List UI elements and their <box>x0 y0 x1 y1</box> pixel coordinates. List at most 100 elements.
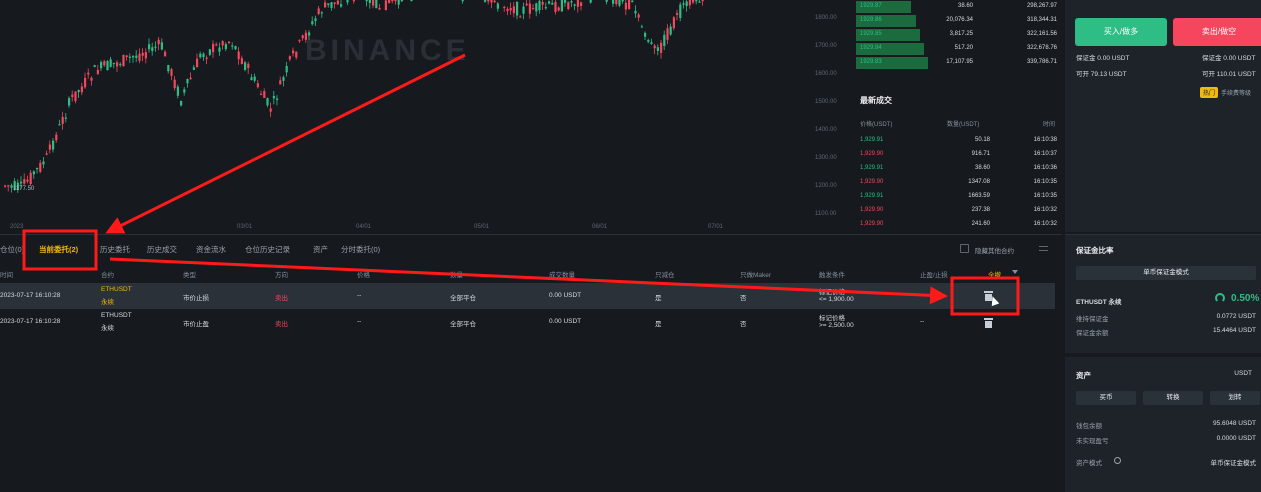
candle-body <box>61 116 64 124</box>
candle-body <box>164 51 167 57</box>
col-time: 时间 <box>0 272 13 279</box>
candle-body <box>698 1 701 3</box>
candle-body <box>279 80 282 85</box>
divider <box>1065 353 1261 357</box>
buy-long-button[interactable]: 买入/做多 <box>1075 18 1167 46</box>
cancel-all-button[interactable]: 全撤 <box>988 269 1001 279</box>
price-axis-label: 1300.00 <box>815 155 837 161</box>
candle-body <box>160 42 163 50</box>
candle-body <box>378 7 381 10</box>
candle-body <box>228 41 231 43</box>
candle-body <box>285 66 288 73</box>
tab-transaction-history[interactable]: 资金流水 <box>196 244 226 255</box>
candle-body <box>167 65 170 72</box>
candle-body <box>196 58 199 68</box>
candle-body <box>512 6 515 14</box>
candle-body <box>372 0 375 6</box>
mouse-cursor <box>988 294 1000 307</box>
date-axis-label: 05/01 <box>474 224 490 230</box>
margin-panel: 保证金比率 单币保证金模式 ETHUSDT 永续 0.50% 维持保证金 0.0… <box>1065 234 1261 492</box>
convert-button[interactable]: 转换 <box>1143 391 1203 405</box>
date-axis-label: 07/01 <box>708 224 724 230</box>
candle-body <box>516 1 519 16</box>
candle-body <box>36 167 39 170</box>
candle-body <box>560 0 563 12</box>
candle-body <box>55 134 58 141</box>
date-axis-label: 2023 <box>10 224 24 230</box>
trash-icon[interactable] <box>984 318 993 328</box>
hide-other-checkbox[interactable] <box>960 244 969 253</box>
candle-body <box>605 0 608 2</box>
candle-body <box>276 98 279 100</box>
candle-body <box>640 26 643 28</box>
candle-body <box>688 0 691 6</box>
candle-body <box>637 14 640 18</box>
candle-body <box>84 77 87 88</box>
candle-body <box>564 0 567 3</box>
tab-positions[interactable]: 仓位(0) <box>0 244 24 255</box>
candle-body <box>263 91 266 98</box>
tab-open-orders[interactable]: 当前委托(2) <box>39 244 78 255</box>
tab-order-history[interactable]: 历史委托 <box>100 244 130 255</box>
candle-body <box>538 0 541 11</box>
order-book-row[interactable]: 1929.86 20,076.34 318,344.31 <box>856 15 1063 27</box>
candle-body <box>212 43 215 53</box>
position-symbol[interactable]: ETHUSDT 永续 <box>1076 296 1122 306</box>
candle-body <box>221 41 224 46</box>
margin-mode-button[interactable]: 单币保证金模式 <box>1076 266 1256 280</box>
candle-body <box>612 0 615 4</box>
candle-body <box>23 179 26 184</box>
chart-low-marker: 1177.50 <box>13 186 35 192</box>
candle-body <box>295 51 298 58</box>
candle-body <box>618 0 621 6</box>
cancel-all-dropdown-icon[interactable] <box>1012 270 1018 274</box>
price-axis-label: 1600.00 <box>815 71 837 77</box>
price-chart[interactable]: BINANCE 1800.00 1700.00 1600.00 1500.00 1400.… <box>0 0 853 232</box>
candle-body <box>250 77 253 81</box>
candle-body <box>391 0 394 2</box>
candle-body <box>170 69 173 76</box>
sell-margin-text: 保证金 0.00 USDT <box>1202 55 1256 62</box>
tab-trade-history[interactable]: 历史成交 <box>147 244 177 255</box>
candle-body <box>336 0 339 5</box>
tab-twap-orders[interactable]: 分时委托(0) <box>341 244 380 255</box>
candle-body <box>493 0 496 3</box>
transfer-button[interactable]: 划转 <box>1210 391 1260 405</box>
date-axis-label: 04/01 <box>356 224 372 230</box>
candle-body <box>519 16 522 18</box>
order-book-row[interactable]: 1929.87 38.60 298,267.97 <box>856 1 1063 13</box>
order-book-row[interactable]: 1929.84 517.20 322,678.76 <box>856 43 1063 55</box>
candle-body <box>682 3 685 5</box>
candle-body <box>506 8 509 12</box>
trade-row: 1,929.90 916.71 16:10:37 <box>860 151 1057 157</box>
tab-position-history[interactable]: 仓位历史记录 <box>245 244 290 255</box>
candle-body <box>269 108 272 112</box>
candle-body <box>666 28 669 40</box>
col-side: 方向 <box>275 272 288 279</box>
candle-body <box>4 185 7 187</box>
candle-body <box>106 61 109 71</box>
candle-body <box>234 46 237 50</box>
order-book-row[interactable]: 1929.83 17,107.95 339,786.71 <box>856 57 1063 69</box>
candlestick-chart-svg[interactable]: BINANCE 1800.00 1700.00 1600.00 1500.00 1400.… <box>0 0 853 232</box>
candle-body <box>119 63 122 66</box>
candle-body <box>487 0 490 2</box>
candle-body <box>669 26 672 35</box>
candle-body <box>112 62 115 65</box>
candle-body <box>151 47 154 51</box>
price-axis-label: 1800.00 <box>815 15 837 21</box>
buy-crypto-button[interactable]: 买币 <box>1076 391 1136 405</box>
filter-icon[interactable] <box>1039 245 1048 252</box>
candle-body <box>125 55 128 57</box>
candle-body <box>192 67 195 70</box>
tab-assets[interactable]: 资产 <box>313 244 328 255</box>
fee-level-link[interactable]: 手续费等级 <box>1221 88 1251 97</box>
assets-title: 资产 <box>1076 371 1091 380</box>
sell-short-button[interactable]: 卖出/做空 <box>1173 18 1261 46</box>
candle-body <box>496 3 499 9</box>
candle-body <box>298 40 301 42</box>
candle-body <box>554 1 557 12</box>
candle-body <box>628 0 631 9</box>
candle-body <box>660 42 663 53</box>
order-book-row[interactable]: 1929.85 3,817.25 322,161.56 <box>856 29 1063 41</box>
